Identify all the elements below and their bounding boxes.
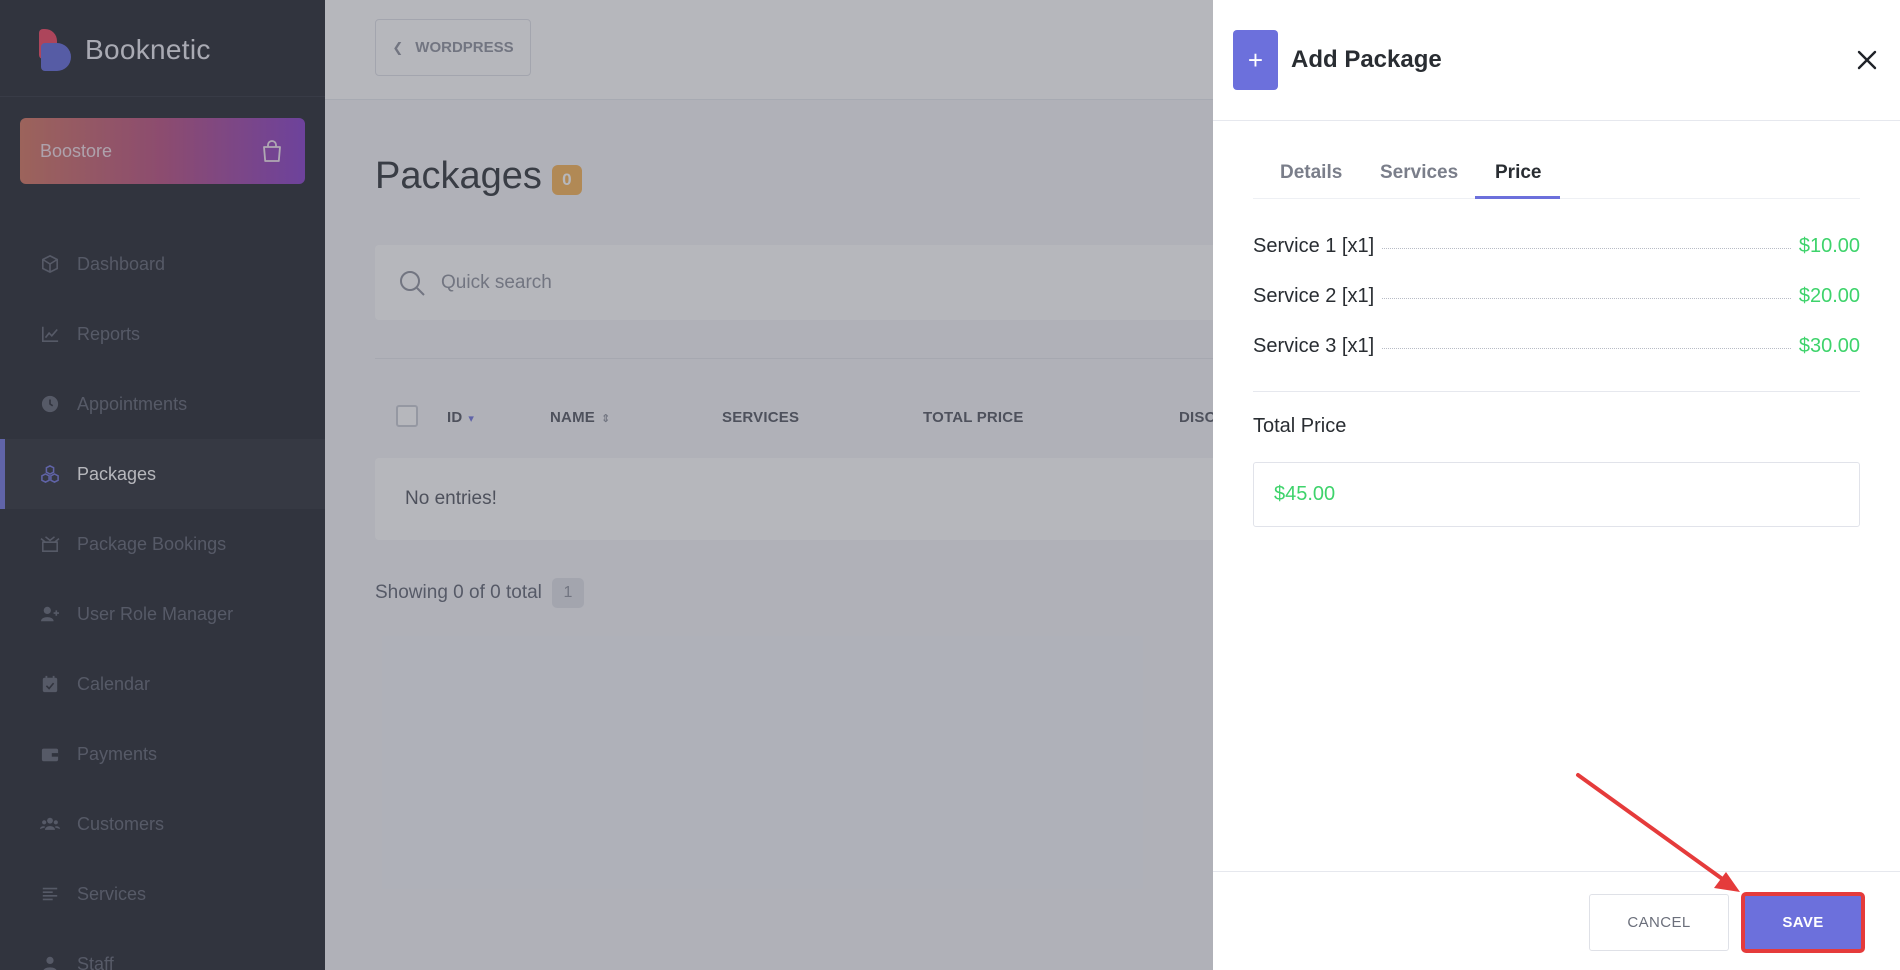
price-row-value: $20.00 [1798, 284, 1860, 307]
drawer-header: + Add Package [1213, 0, 1900, 121]
save-button[interactable]: SAVE [1741, 892, 1865, 953]
total-price-field[interactable]: $45.00 [1253, 462, 1860, 527]
drawer-footer: CANCEL SAVE [1213, 871, 1900, 970]
tab-services[interactable]: Services [1380, 162, 1458, 184]
modal-backdrop[interactable] [0, 0, 1213, 970]
active-tab-indicator [1475, 196, 1560, 199]
tab-details[interactable]: Details [1280, 162, 1342, 184]
dotted-leader [1382, 347, 1791, 349]
tab-price[interactable]: Price [1495, 162, 1541, 184]
price-row: Service 2 [x1] $20.00 [1253, 281, 1860, 311]
price-row-value: $10.00 [1798, 234, 1860, 257]
cancel-button[interactable]: CANCEL [1589, 894, 1729, 951]
total-price-label: Total Price [1253, 415, 1347, 437]
dotted-leader [1382, 247, 1791, 249]
drawer-divider [1253, 391, 1860, 392]
price-row: Service 3 [x1] $30.00 [1253, 331, 1860, 361]
drawer-title: Add Package [1291, 46, 1442, 73]
dotted-leader [1382, 297, 1791, 299]
price-row-service: Service 2 [x1] [1253, 284, 1375, 307]
price-row-service: Service 3 [x1] [1253, 334, 1375, 357]
add-package-drawer: + Add Package Details Services Price Ser… [1213, 0, 1900, 970]
price-row: Service 1 [x1] $10.00 [1253, 231, 1860, 261]
price-row-service: Service 1 [x1] [1253, 234, 1375, 257]
price-row-value: $30.00 [1798, 334, 1860, 357]
drawer-tabs: Details Services Price [1253, 150, 1860, 199]
plus-icon: + [1233, 30, 1278, 90]
close-icon[interactable] [1853, 46, 1881, 74]
